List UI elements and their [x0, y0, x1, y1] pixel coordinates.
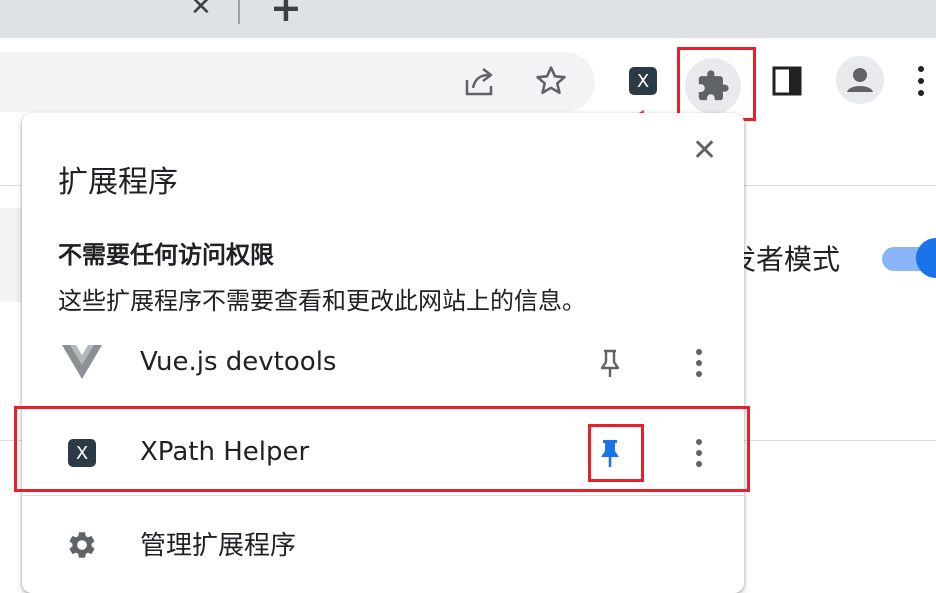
- address-bar[interactable]: [0, 52, 595, 112]
- pin-icon[interactable]: [595, 343, 625, 383]
- tab-strip: ✕ +: [0, 0, 936, 38]
- close-icon[interactable]: ✕: [692, 131, 717, 171]
- highlight-box-extensions: [677, 47, 756, 121]
- extensions-menu-panel: 扩展程序 ✕ 不需要任何访问权限 这些扩展程序不需要查看和更改此网站上的信息。 …: [22, 113, 744, 593]
- developer-mode-toggle-knob[interactable]: [916, 238, 936, 278]
- manage-extensions-link[interactable]: 管理扩展程序: [140, 525, 296, 562]
- xpath-helper-extension-icon[interactable]: X: [629, 67, 657, 95]
- new-tab-button[interactable]: +: [270, 0, 302, 30]
- extension-name: Vue.js devtools: [140, 347, 337, 377]
- extension-row-vue-devtools[interactable]: Vue.js devtools: [22, 323, 744, 403]
- gear-icon: [66, 529, 98, 565]
- side-panel-icon[interactable]: [770, 64, 804, 98]
- panel-title: 扩展程序: [58, 165, 178, 200]
- section-heading: 不需要任何访问权限: [58, 241, 274, 269]
- star-bookmark-icon[interactable]: [532, 62, 570, 100]
- highlight-box-pin: [588, 424, 644, 482]
- section-description: 这些扩展程序不需要查看和更改此网站上的信息。: [58, 287, 586, 315]
- panel-divider: [22, 495, 744, 496]
- tab-close-button[interactable]: ✕: [190, 0, 212, 22]
- chrome-menu-icon[interactable]: [916, 63, 926, 103]
- more-options-icon[interactable]: [687, 343, 711, 383]
- share-icon[interactable]: [462, 64, 498, 100]
- profile-avatar-icon[interactable]: [836, 56, 884, 104]
- developer-mode-label: 发者模式: [728, 243, 841, 276]
- vue-logo-icon: [62, 345, 102, 383]
- tab-separator: [238, 0, 240, 24]
